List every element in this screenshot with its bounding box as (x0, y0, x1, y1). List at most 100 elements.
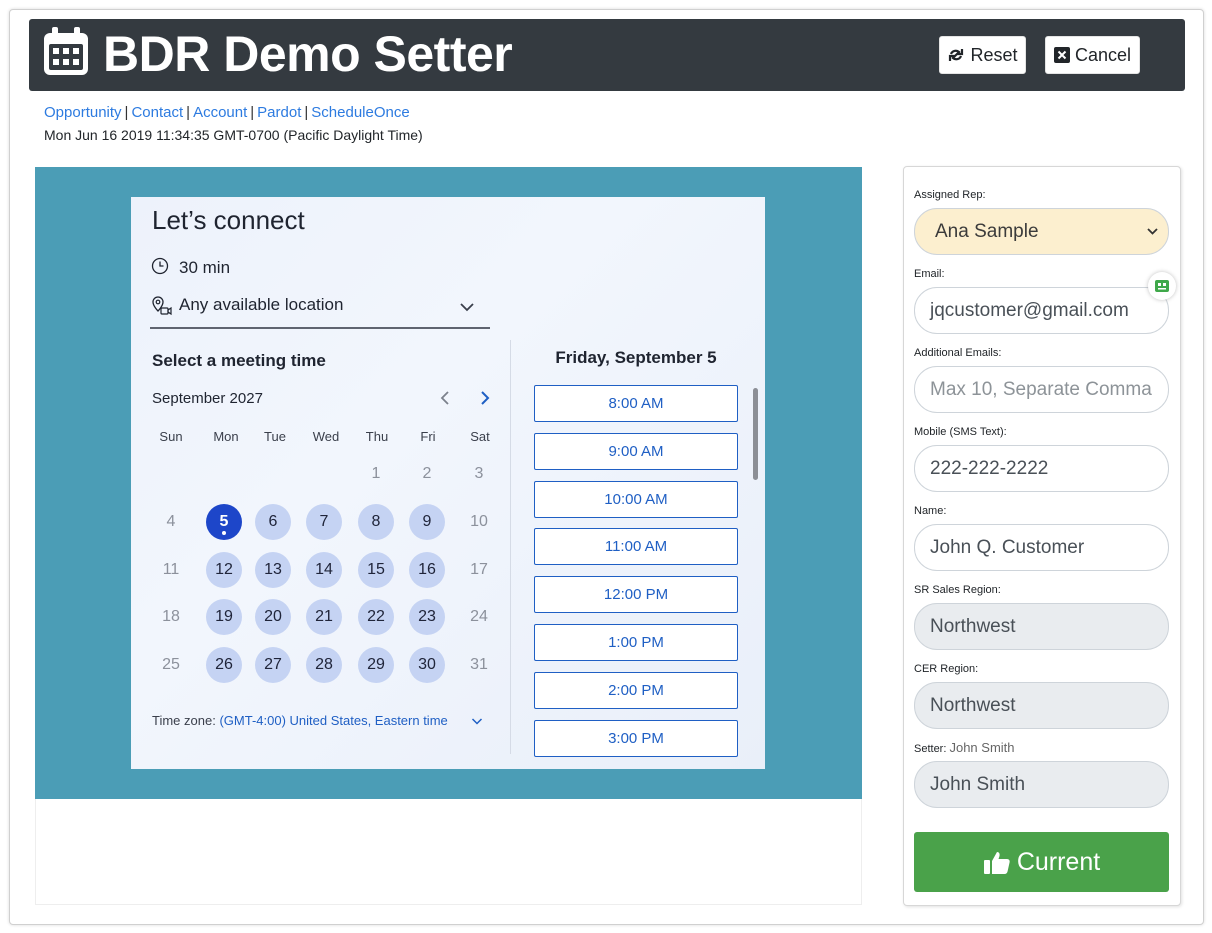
link-opportunity[interactable]: Opportunity (44, 104, 122, 121)
time-slot-button[interactable]: 9:00 AM (534, 432, 738, 470)
calendar-day[interactable]: 28 (306, 647, 342, 683)
calendar-day[interactable]: 13 (255, 552, 291, 588)
weekday-label: Tue (264, 429, 286, 444)
link-contact[interactable]: Contact (131, 104, 183, 121)
calendar-day[interactable]: 8 (358, 504, 394, 540)
setter-label-value: John Smith (949, 740, 1015, 755)
slot-date-heading: Friday, September 5 (555, 348, 717, 367)
calendar-day: 2 (422, 465, 432, 482)
calendar-day[interactable]: 20 (255, 599, 291, 635)
calendar-day: 31 (470, 656, 488, 673)
weekday-label: Mon (213, 429, 239, 444)
mobile-label: Mobile (SMS Text): (914, 426, 1007, 438)
time-slot-button[interactable]: 12:00 PM (534, 576, 738, 614)
link-separator: | (304, 104, 309, 121)
calendar-day[interactable]: 15 (358, 552, 394, 588)
app-header: BDR Demo Setter Reset Cancel (29, 19, 1185, 91)
calendar-day[interactable]: 7 (306, 504, 342, 540)
time-slot-button[interactable]: 8:00 AM (534, 385, 738, 422)
name-field[interactable]: John Q. Customer (914, 524, 1169, 571)
chevron-right-icon[interactable] (478, 390, 492, 406)
mobile-field[interactable]: 222-222-2222 (914, 445, 1169, 492)
scheduler-card: Let’s connect 30 min Any available locat… (131, 197, 765, 769)
calendar-day: 18 (162, 608, 180, 625)
clock-icon (151, 257, 169, 275)
calendar-day[interactable]: 26 (206, 647, 242, 683)
setter-label-text: Setter: (914, 743, 947, 755)
page-title: BDR Demo Setter (103, 26, 513, 82)
calendar-day: 3 (474, 465, 484, 482)
weekday-label: Wed (312, 429, 340, 444)
calendar-day[interactable]: 12 (206, 552, 242, 588)
email-label: Email: (914, 268, 945, 280)
current-label: Current (1016, 847, 1101, 876)
setter-field: John Smith (914, 761, 1169, 808)
link-separator: | (124, 104, 129, 121)
calendar-day[interactable]: 16 (409, 552, 445, 588)
reset-button[interactable]: Reset (939, 36, 1026, 74)
current-datetime: Mon Jun 16 2019 11:34:35 GMT-0700 (Pacif… (44, 127, 423, 143)
calendar-day[interactable]: 21 (306, 599, 342, 635)
calendar-day[interactable]: 29 (358, 647, 394, 683)
time-slot-button[interactable]: 3:00 PM (534, 719, 738, 757)
calendar-month: September 2027 (152, 390, 263, 407)
embed-footer-area (35, 799, 862, 905)
weekday-label: Fri (420, 429, 436, 444)
meeting-duration: 30 min (179, 258, 231, 277)
refresh-icon (949, 49, 964, 61)
calendar-day: 10 (470, 513, 488, 530)
setter-label: Setter: John Smith (914, 740, 1015, 755)
assigned-rep-select[interactable]: Ana Sample (914, 208, 1169, 255)
calendar-day[interactable]: 23 (409, 599, 445, 635)
reset-label: Reset (970, 44, 1018, 65)
link-separator: | (186, 104, 191, 121)
thumbs-up-icon (983, 852, 1010, 874)
calendar-day: 4 (166, 513, 176, 530)
link-account[interactable]: Account (193, 104, 247, 121)
calendar-day[interactable]: 14 (306, 552, 342, 588)
chevron-down-icon[interactable] (471, 717, 483, 726)
chevron-down-icon (1147, 228, 1158, 235)
calendar-day[interactable]: 22 (358, 599, 394, 635)
sr-region-field: Northwest (914, 603, 1169, 650)
calendar-day: 25 (162, 656, 180, 673)
additional-emails-field[interactable]: Max 10, Separate Comma (914, 366, 1169, 413)
close-icon (1053, 47, 1070, 63)
time-slot-button[interactable]: 10:00 AM (534, 480, 738, 518)
select-meeting-title: Select a meeting time (152, 351, 326, 370)
assigned-rep-label: Assigned Rep: (914, 189, 986, 201)
time-slot-button[interactable]: 11:00 AM (534, 528, 738, 566)
time-slot-button[interactable]: 1:00 PM (534, 624, 738, 661)
link-separator: | (250, 104, 255, 121)
current-button[interactable]: Current (914, 832, 1169, 892)
calendar-day[interactable]: 6 (255, 504, 291, 540)
weekday-label: Sun (159, 429, 183, 444)
contact-card-icon[interactable] (1148, 272, 1176, 300)
calendar-day-selected[interactable]: 5 (206, 504, 242, 540)
scheduler-heading: Let’s connect (152, 205, 305, 235)
calendar-day[interactable]: 9 (409, 504, 445, 540)
calendar-day[interactable]: 27 (255, 647, 291, 683)
email-field[interactable]: jqcustomer@gmail.com (914, 287, 1169, 334)
link-scheduleonce[interactable]: ScheduleOnce (311, 104, 409, 121)
cer-region-field: Northwest (914, 682, 1169, 729)
location-select[interactable]: Any available location (179, 295, 343, 315)
calendar-icon (44, 27, 88, 75)
cancel-button[interactable]: Cancel (1045, 36, 1140, 74)
link-pardot[interactable]: Pardot (257, 104, 301, 121)
additional-emails-label: Additional Emails: (914, 347, 1002, 359)
assigned-rep-value: Ana Sample (935, 220, 1039, 242)
calendar-day: 24 (470, 608, 488, 625)
calendar-day[interactable]: 19 (206, 599, 242, 635)
chevron-down-icon[interactable] (459, 301, 475, 313)
weekday-label: Sat (470, 429, 490, 444)
name-label: Name: (914, 505, 947, 517)
weekday-label: Thu (365, 429, 389, 444)
timezone-select[interactable]: (GMT-4:00) United States, Eastern time (219, 713, 447, 728)
slot-scrollbar[interactable] (753, 388, 758, 480)
chevron-left-icon[interactable] (438, 390, 452, 406)
time-slot-button[interactable]: 2:00 PM (534, 671, 738, 709)
contact-card-glyph (1155, 280, 1169, 292)
sr-region-label: SR Sales Region: (914, 584, 1001, 596)
calendar-day[interactable]: 30 (409, 647, 445, 683)
